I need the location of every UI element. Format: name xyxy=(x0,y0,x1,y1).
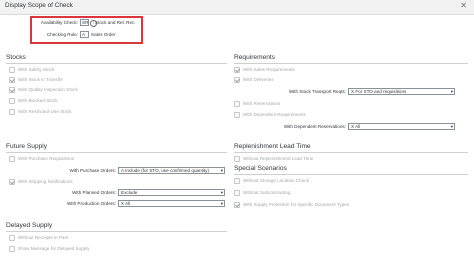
chevron-down-icon: ▾ xyxy=(220,190,223,195)
requirements-divider xyxy=(234,63,468,64)
future-supply-divider xyxy=(6,152,227,153)
delayed-message-checkbox[interactable] xyxy=(9,246,15,252)
special-divider xyxy=(234,174,468,175)
chevron-down-icon: ▾ xyxy=(220,168,223,173)
replenishment-section-title: Replenishment Lead Time xyxy=(234,143,311,150)
requirements-section-title: Requirements xyxy=(234,54,276,61)
close-icon[interactable]: ✕ xyxy=(460,1,467,11)
reservations-label: With Reservations xyxy=(243,101,281,106)
planned-orders-value: Exclude xyxy=(121,190,138,195)
stocks-divider xyxy=(6,63,227,64)
chevron-down-icon: ▾ xyxy=(220,201,223,206)
storage-location-label: Without Storage Location Check xyxy=(243,178,309,183)
checking-rule-text: Sales Order xyxy=(91,32,116,37)
shipping-notifications-checkbox[interactable] xyxy=(9,179,15,185)
purchase-orders-label: With Purchase Orders: xyxy=(69,168,116,173)
blocked-stock-label: With Blocked Stock xyxy=(18,98,58,103)
dialog-titlebar: Display Scope of Check ✕ xyxy=(0,0,474,15)
delayed-divider xyxy=(6,231,227,232)
replenishment-checkbox[interactable] xyxy=(234,156,240,162)
sales-requirements-checkbox[interactable] xyxy=(234,67,240,73)
availability-check-field[interactable]: SR xyxy=(80,19,89,26)
deliveries-checkbox[interactable] xyxy=(234,77,240,83)
blocked-stock-checkbox[interactable] xyxy=(9,98,15,104)
shipping-notifications-label: With Shipping Notifications xyxy=(18,179,73,184)
dependent-res-label: With Dependent Reservations: xyxy=(283,124,346,129)
sales-requirements-label: With Sales Requirements xyxy=(243,67,295,72)
purchase-orders-select[interactable]: A Include (for STO, use confirmed quanti… xyxy=(118,167,225,174)
deliveries-label: With Deliveries xyxy=(243,77,274,82)
dependent-res-value: X All xyxy=(351,124,361,129)
stock-in-transfer-checkbox[interactable] xyxy=(9,77,15,83)
purchase-reqs-checkbox[interactable] xyxy=(9,156,15,162)
stock-transport-value: X For STO and requisitions xyxy=(351,89,407,94)
receipts-in-past-checkbox[interactable] xyxy=(9,235,15,241)
purchase-orders-value: A Include (for STO, use confirmed quanti… xyxy=(121,168,210,173)
safety-stock-checkbox[interactable] xyxy=(9,67,15,73)
availability-check-text: Stock and Rel. Rec. xyxy=(95,20,136,25)
stock-transport-label: With Stock Transport Reqts: xyxy=(288,89,346,94)
subcontracting-checkbox[interactable] xyxy=(234,190,240,196)
production-orders-label: With Production Orders: xyxy=(66,201,116,206)
availability-check-label: Availability Check: xyxy=(40,20,78,25)
dialog-title: Display Scope of Check xyxy=(5,2,73,9)
stocks-section-title: Stocks xyxy=(6,54,26,61)
planned-orders-select[interactable]: Exclude ▾ xyxy=(118,189,225,196)
replenishment-label: Without Replenishment Lead Time xyxy=(243,156,314,161)
future-supply-section-title: Future Supply xyxy=(6,143,48,150)
restricted-use-checkbox[interactable] xyxy=(9,109,15,115)
stock-in-transfer-label: With Stock in Transfer xyxy=(18,77,63,82)
dependent-res-select[interactable]: X All ▾ xyxy=(348,123,455,130)
stock-transport-select[interactable]: X For STO and requisitions ▾ xyxy=(348,88,455,95)
checking-rule-field[interactable]: A xyxy=(80,31,89,38)
storage-location-checkbox[interactable] xyxy=(234,178,240,184)
chevron-down-icon: ▾ xyxy=(450,124,453,129)
supply-protection-checkbox[interactable] xyxy=(234,202,240,208)
subcontracting-label: Without Subcontracting xyxy=(243,190,291,195)
production-orders-value: X All xyxy=(121,201,131,206)
dependent-reqs-checkbox[interactable] xyxy=(234,112,240,118)
special-section-title: Special Scenarios xyxy=(234,165,287,172)
dependent-reqs-label: With Dependent Requirements xyxy=(243,112,306,117)
safety-stock-label: With Safety Stock xyxy=(18,67,55,72)
purchase-reqs-label: With Purchase Requisitions xyxy=(18,156,75,161)
restricted-use-label: With Restricted-Use Stock xyxy=(18,109,72,114)
production-orders-select[interactable]: X All ▾ xyxy=(118,200,225,207)
replenishment-divider xyxy=(234,152,468,153)
receipts-in-past-label: Without Receipts in Past xyxy=(18,235,69,240)
quality-inspection-checkbox[interactable] xyxy=(9,87,15,93)
delayed-section-title: Delayed Supply xyxy=(6,222,53,229)
quality-inspection-label: With Quality Inspection Stock xyxy=(18,87,78,92)
reservations-checkbox[interactable] xyxy=(234,101,240,107)
supply-protection-label: With Supply Protection for Specific Docu… xyxy=(243,202,350,207)
planned-orders-label: With Planned Orders: xyxy=(72,190,116,195)
checking-rule-label: Checking Rule: xyxy=(46,32,78,37)
chevron-down-icon: ▾ xyxy=(450,89,453,94)
delayed-message-label: Show Message for Delayed Supply xyxy=(18,246,90,251)
